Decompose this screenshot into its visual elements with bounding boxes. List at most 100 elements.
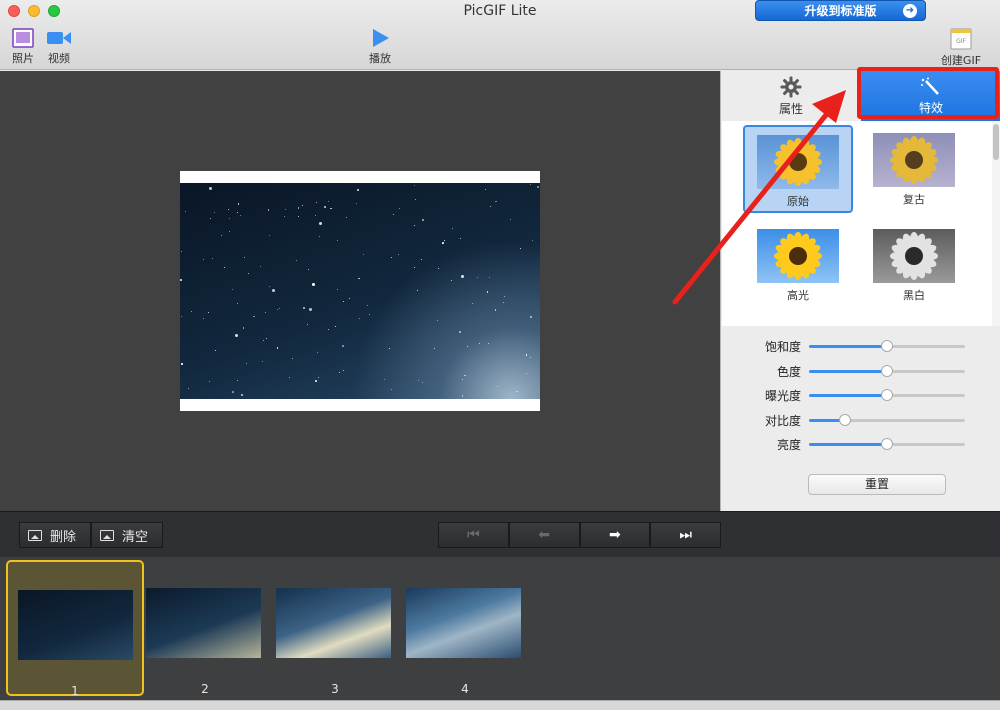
star-dot [318,236,320,238]
star-dot [452,227,454,229]
create-gif-button[interactable]: GIF 创建GIF [936,28,986,68]
image-icon [28,529,42,541]
photo-label: 照片 [12,52,34,65]
star-dot [459,237,462,240]
first-frame-button[interactable]: ⏮ [438,522,509,548]
slider-track[interactable] [809,340,965,352]
effect-highlight[interactable]: 高光 [743,221,853,309]
image-icon [100,529,114,541]
frame-navigation: ⏮ ⬅ ➡ ⏭ [438,522,721,548]
photo-icon [12,28,34,48]
slider-fill [809,394,887,397]
scroll-thumb[interactable] [993,124,999,160]
star-dot [209,187,213,191]
star-dot [463,374,466,377]
tab-properties-label: 属性 [778,102,803,116]
star-dot [530,316,532,318]
star-dot [393,213,395,215]
effect-vintage[interactable]: 复古 [859,125,969,213]
play-icon [373,29,389,47]
star-dot [433,348,435,350]
control-bar: 删除 清空 ⏮ ⬅ ➡ ⏭ [0,511,1000,557]
slider-label: 曝光度 [764,389,801,403]
effect-label: 高光 [787,289,809,302]
star-dot [359,318,361,320]
next-frame-button[interactable]: ➡ [579,522,651,548]
star-dot [208,312,210,314]
slider-knob[interactable] [881,438,893,450]
slider-track[interactable] [809,389,965,401]
effect-bw[interactable]: 黑白 [859,221,969,309]
frame-thumbnail-1[interactable]: 1 [6,560,144,698]
star-dot [489,277,491,279]
tab-effects[interactable]: 特效 [861,71,1000,121]
star-dot [343,369,345,371]
star-dot [185,210,187,212]
star-dot [224,266,226,268]
star-dot [315,380,317,382]
slider-track[interactable] [809,438,965,450]
play-button[interactable]: 播放 [362,28,398,66]
delete-button[interactable]: 删除 [19,522,91,548]
star-dot [268,235,270,237]
star-dot [417,379,420,382]
star-dot [262,339,264,341]
svg-text:GIF: GIF [956,38,966,45]
upgrade-button[interactable]: 升级到标准版 ➜ [755,0,926,21]
slider-knob[interactable] [838,413,851,426]
prev-frame-button[interactable]: ⬅ [508,522,580,548]
sunflower-icon [890,136,938,184]
star-dot [235,334,239,338]
star-dot [316,202,318,204]
star-dot [422,381,424,383]
slider-knob[interactable] [881,389,893,401]
add-photo-button[interactable]: 照片 [8,28,38,66]
star-dot [388,347,390,349]
star-dot [390,389,392,391]
star-dot [308,308,312,312]
slider-track[interactable] [809,413,965,426]
gear-icon [780,76,802,98]
slider-track[interactable] [809,364,965,377]
star-dot [509,218,511,220]
star-dot [228,218,230,220]
frame-thumbnail-2[interactable]: 2 [136,560,274,696]
star-dot [471,303,473,305]
canvas-area [0,71,720,511]
clear-label: 清空 [122,529,149,545]
star-dot [259,266,261,268]
star-dot [180,250,182,252]
star-dot [276,347,279,349]
star-dot [337,239,339,241]
star-dot [319,222,323,226]
slider-row: 对比度 [721,410,1000,430]
add-video-button[interactable]: 视频 [44,28,74,66]
star-dot [497,385,499,387]
star-dot [362,253,364,255]
star-dot [414,224,416,226]
magic-wand-icon [921,77,939,95]
clear-button[interactable]: 清空 [91,522,163,548]
effect-thumbnail [757,229,839,283]
frame-thumbnail-3[interactable]: 3 [266,560,404,696]
star-dot [532,239,534,241]
frame-thumbnail-4[interactable]: 4 [396,560,534,696]
effects-scrollbar[interactable] [992,121,1000,326]
star-dot [301,205,303,207]
effect-original[interactable]: 原始 [743,125,853,213]
tab-properties[interactable]: 属性 [721,71,861,121]
star-dot [345,216,348,219]
slider-row: 曝光度 [721,385,1000,405]
star-dot [317,352,319,354]
last-frame-button[interactable]: ⏭ [650,522,721,548]
slider-knob[interactable] [881,364,893,377]
reset-button[interactable]: 重置 [808,474,946,495]
frame-number: 2 [201,682,209,696]
star-dot [318,376,320,378]
star-dot [436,319,438,321]
slider-knob[interactable] [881,340,893,352]
star-dot [245,362,247,364]
star-dot [336,289,338,291]
slider-row: 亮度 [721,434,1000,454]
star-dot [516,390,518,393]
